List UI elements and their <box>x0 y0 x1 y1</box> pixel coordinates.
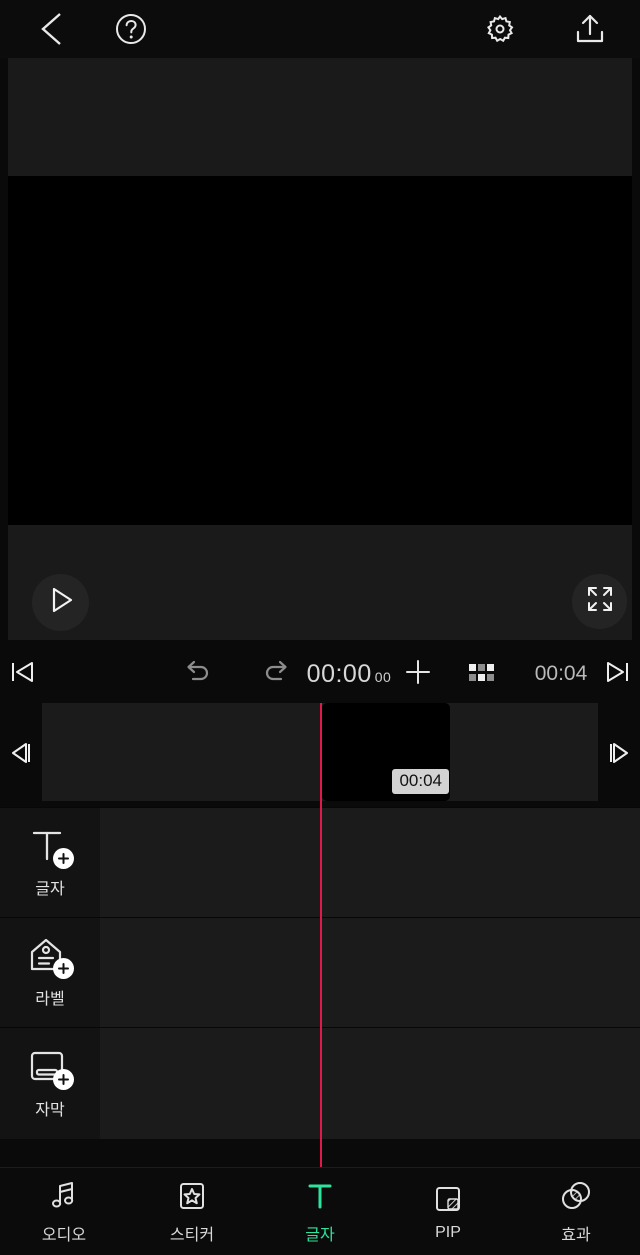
clip-duration-badge: 00:04 <box>392 769 449 794</box>
track-label-subtitle: 자막 <box>35 1102 65 1119</box>
play-button[interactable] <box>32 574 89 631</box>
add-subtitle-track-button[interactable]: 자막 <box>0 1028 100 1139</box>
nav-item-sticker[interactable]: 스티커 <box>128 1168 256 1255</box>
video-editor-screen: 00:00 00 00:04 00:04 글자 라벨 자막 오디오 스티커 글자… <box>0 0 640 1255</box>
bottom-toolbar: 오디오 스티커 글자 PIP 효과 <box>0 1167 640 1255</box>
help-button[interactable] <box>102 0 160 58</box>
back-button[interactable] <box>22 0 80 58</box>
step-forward-button[interactable] <box>598 703 640 807</box>
nav-label-text: 글자 <box>305 1226 335 1244</box>
nav-item-pip[interactable]: PIP <box>384 1168 512 1255</box>
nav-item-audio[interactable]: 오디오 <box>0 1168 128 1255</box>
step-back-button[interactable] <box>0 703 42 807</box>
export-button[interactable] <box>561 0 619 58</box>
video-canvas[interactable] <box>8 176 632 525</box>
subtitle-add-icon <box>27 1047 74 1090</box>
skip-to-end-button[interactable] <box>596 645 640 703</box>
timecode-value: 00:00 <box>306 659 372 688</box>
playhead-indicator[interactable] <box>320 703 322 1167</box>
settings-button[interactable] <box>471 0 529 58</box>
preview-panel <box>8 58 632 640</box>
plus-badge-icon <box>53 1069 74 1090</box>
effects-overlap-icon <box>560 1179 592 1213</box>
add-clip-button[interactable] <box>394 645 442 703</box>
nav-label-sticker: 스티커 <box>169 1226 215 1244</box>
track-lane-text[interactable] <box>100 808 640 917</box>
nav-label-audio: 오디오 <box>41 1226 87 1244</box>
export-upload-icon <box>573 12 607 46</box>
grid-layers-icon <box>469 663 495 685</box>
play-triangle-icon <box>47 585 75 620</box>
text-t-icon <box>304 1179 336 1213</box>
expand-arrows-icon <box>586 585 614 618</box>
timecode-frames: 00 <box>374 668 392 685</box>
skip-to-start-icon <box>7 657 37 692</box>
undo-arrow-icon <box>183 659 213 690</box>
step-back-frame-icon <box>7 739 35 772</box>
layers-button[interactable] <box>456 645 508 703</box>
chevron-left-icon <box>36 10 66 48</box>
video-clip[interactable]: 00:04 <box>322 703 450 801</box>
track-label-label: 라벨 <box>35 991 65 1008</box>
step-forward-frame-icon <box>605 739 633 772</box>
sticker-star-icon <box>176 1179 208 1213</box>
track-lane-subtitle[interactable] <box>100 1028 640 1139</box>
nav-item-effect[interactable]: 효과 <box>512 1168 640 1255</box>
track-label-text: 글자 <box>35 881 65 898</box>
text-add-icon <box>27 826 74 869</box>
top-bar <box>0 0 640 58</box>
nav-item-text[interactable]: 글자 <box>256 1168 384 1255</box>
nav-label-pip: PIP <box>435 1223 461 1241</box>
label-tag-add-icon <box>27 936 74 979</box>
picture-in-picture-icon <box>432 1182 464 1216</box>
timeline-toolbar: 00:00 00 00:04 <box>0 645 640 703</box>
undo-button[interactable] <box>172 645 224 703</box>
plus-badge-icon <box>53 958 74 979</box>
total-duration-label: 00:04 <box>534 662 588 685</box>
total-duration: 00:04 <box>516 645 606 703</box>
add-label-track-button[interactable]: 라벨 <box>0 918 100 1027</box>
nav-label-effect: 효과 <box>561 1226 591 1244</box>
plus-icon <box>403 657 433 692</box>
plus-badge-icon <box>53 848 74 869</box>
question-circle-icon <box>114 12 148 46</box>
fullscreen-button[interactable] <box>572 574 627 629</box>
track-lane-label[interactable] <box>100 918 640 1027</box>
music-note-icon <box>48 1179 80 1213</box>
gear-icon <box>484 13 516 45</box>
add-text-track-button[interactable]: 글자 <box>0 808 100 917</box>
skip-to-end-icon <box>603 657 633 692</box>
skip-to-start-button[interactable] <box>0 645 44 703</box>
